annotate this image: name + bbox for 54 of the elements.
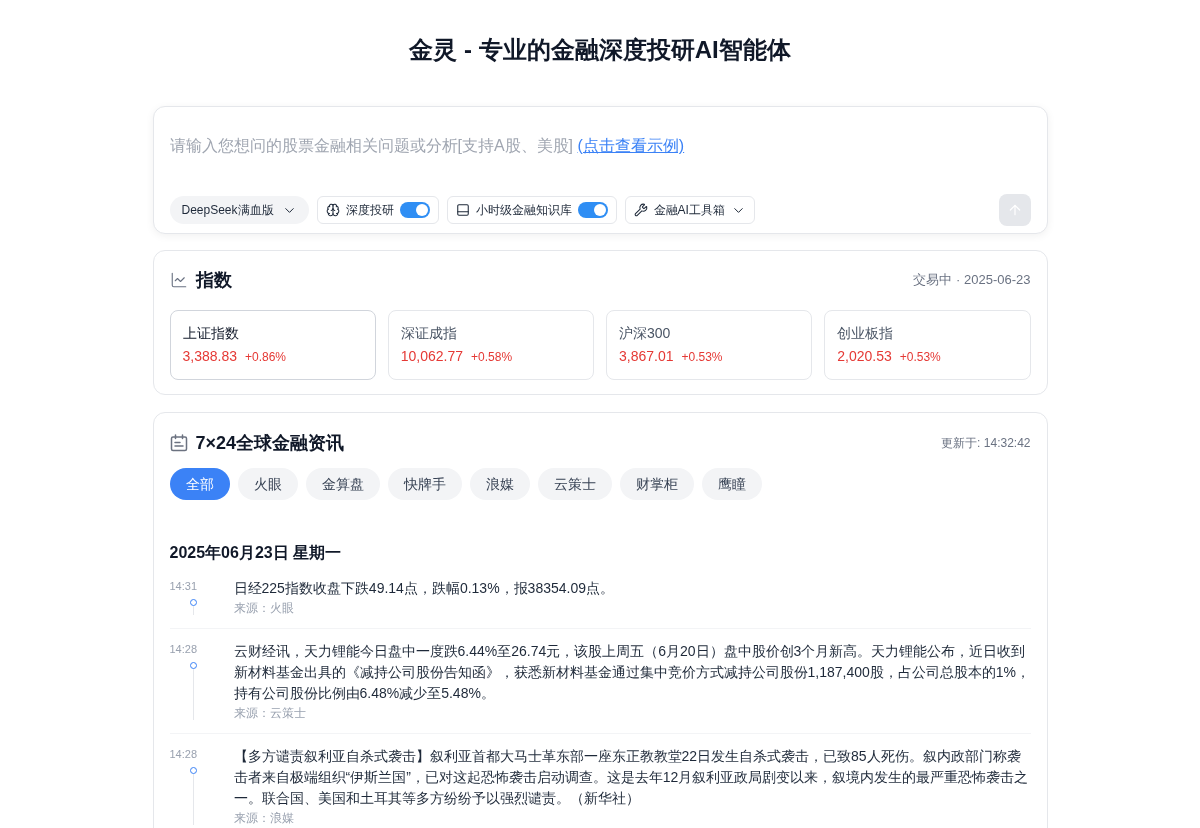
news-source: 来源：云策士: [233, 706, 307, 720]
calendar-icon: [169, 434, 188, 452]
index-name: 沪深300: [619, 324, 672, 343]
index-name: 创业板指: [837, 324, 895, 343]
news-time: 14:28: [169, 642, 199, 657]
index-value: 2,020.53: [837, 347, 892, 366]
index-tile[interactable]: 沪深300 3,867.01 +0.53%: [606, 310, 813, 380]
news-source: 来源：火眼: [233, 601, 295, 615]
index-tile[interactable]: 创业板指 2,020.53 +0.53%: [824, 310, 1031, 380]
news-time: 14:31: [169, 579, 199, 594]
toolbox-dropdown[interactable]: 金融AI工具箱: [624, 196, 755, 224]
update-time: 更新于: 14:32:42: [941, 435, 1031, 452]
news-text: 云财经讯，天力锂能今日盘中一度跌6.44%至26.74元，该股上周五（6月20日）盘中股价创3个月新高。天力锂能公布，近日收到新材料基金出具的《减持公司股份告知函》，获悉新材料基金通过集中竞价方式减持公司股份1,187,400股，占公司总股本的1%，持有公司股份比例由6.48%减少至5.48%。: [233, 642, 1031, 703]
source-tab[interactable]: 快牌手: [387, 468, 462, 500]
question-input[interactable]: 请输入您想问的股票金融相关问题或分析[支持A股、美股] (点击查看示例): [169, 133, 1031, 159]
source-tab[interactable]: 鹰瞳: [701, 468, 762, 500]
panel-icon: [455, 203, 470, 217]
index-change: +0.53%: [899, 349, 941, 366]
section-title: 指数: [195, 268, 232, 292]
source-tab[interactable]: 浪媒: [469, 468, 530, 500]
toggle-switch[interactable]: [577, 202, 608, 218]
option-label: 深度投研: [345, 202, 394, 219]
news-source: 来源：浪媒: [233, 811, 295, 825]
model-dropdown[interactable]: DeepSeek满血版: [169, 196, 309, 224]
news-text: 日经225指数收盘下跌49.14点，跌幅0.13%，报38354.09点。: [233, 579, 615, 598]
index-name: 深证成指: [400, 324, 458, 343]
source-tab[interactable]: 金算盘: [305, 468, 380, 500]
index-name: 上证指数: [182, 324, 240, 343]
source-tab[interactable]: 全部: [169, 468, 230, 500]
news-time: 14:28: [169, 747, 199, 762]
toggle-switch[interactable]: [399, 202, 430, 218]
index-value: 3,388.83: [182, 347, 237, 366]
date-heading: 2025年06月23日 星期一: [169, 543, 343, 563]
wrench-icon: [633, 203, 648, 217]
option-chip[interactable]: 小时级金融知识库: [446, 196, 617, 224]
news-text: 【多方谴责叙利亚自杀式袭击】叙利亚首都大马士革东部一座东正教教堂22日发生自杀式袭击，已致85人死伤。叙内政部门称袭击者来自极端组织“伊斯兰国”，已对这起恐怖袭击启动调查。这是去年12月叙利亚政局剧变以来，叙境内发生的最严重恐怖袭击之一。联合国、美国和土耳其等多方纷纷予以强烈谴责。（新华社）: [233, 747, 1030, 808]
index-tile[interactable]: 上证指数 3,388.83 +0.86%: [169, 310, 376, 380]
source-tab[interactable]: 火眼: [237, 468, 298, 500]
line-chart-icon: [169, 271, 188, 289]
index-value: 3,867.01: [619, 347, 674, 366]
source-tab[interactable]: 云策士: [537, 468, 612, 500]
brain-icon: [325, 203, 340, 217]
section-title: 7×24全球金融资讯: [195, 431, 345, 455]
index-value: 10,062.77: [400, 347, 464, 366]
option-chip[interactable]: 深度投研: [316, 196, 439, 224]
option-label: 小时级金融知识库: [475, 202, 572, 219]
page-title: 金灵 - 专业的金融深度投研AI智能体: [408, 35, 792, 65]
market-status: 交易中 · 2025-06-23: [913, 271, 1031, 290]
example-link[interactable]: (点击查看示例): [577, 137, 685, 154]
index-change: +0.53%: [681, 349, 723, 366]
index-tile[interactable]: 深证成指 10,062.77 +0.58%: [387, 310, 594, 380]
index-change: +0.58%: [471, 349, 513, 366]
index-change: +0.86%: [245, 349, 287, 366]
source-tab[interactable]: 财掌柜: [619, 468, 694, 500]
